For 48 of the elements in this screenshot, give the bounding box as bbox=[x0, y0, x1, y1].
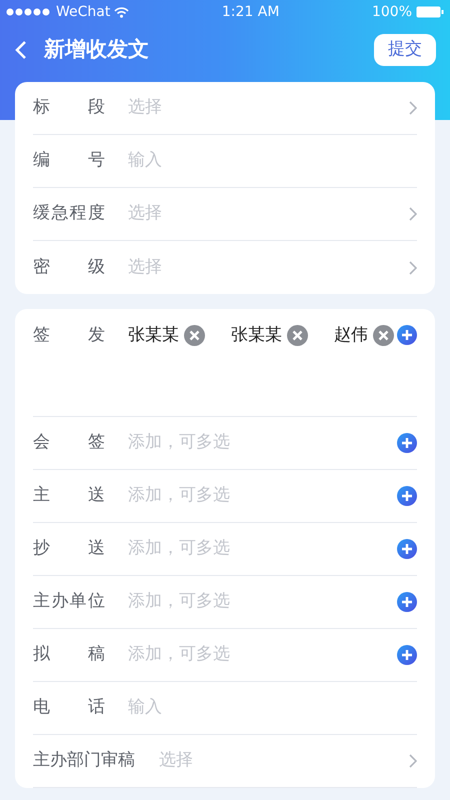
add-icon[interactable] bbox=[397, 645, 417, 665]
field-placeholder[interactable]: 添加，可多选 bbox=[128, 591, 230, 612]
chevron-icon bbox=[409, 260, 417, 274]
status-time: 1:21 AM bbox=[222, 2, 280, 22]
field-label: 拟稿 bbox=[33, 643, 105, 666]
battery-icon bbox=[416, 6, 444, 18]
field-label: 密级 bbox=[33, 256, 105, 279]
field-label: 编号 bbox=[33, 149, 105, 172]
field-label: 主办部门审稿 bbox=[33, 749, 136, 772]
chevron-icon bbox=[409, 754, 417, 768]
submit-button[interactable]: 提交 bbox=[374, 34, 436, 66]
field-label: 抄送 bbox=[33, 537, 105, 560]
add-icon[interactable] bbox=[397, 433, 417, 453]
field-label: 主送 bbox=[33, 484, 105, 508]
field-placeholder[interactable]: 输入 bbox=[128, 150, 162, 170]
wifi-icon bbox=[114, 6, 130, 18]
add-icon[interactable] bbox=[397, 539, 417, 559]
add-icon[interactable] bbox=[397, 486, 417, 506]
field-label: 电话 bbox=[33, 696, 105, 720]
person-name: 赵伟 bbox=[334, 324, 368, 347]
field-placeholder[interactable]: 选择 bbox=[128, 97, 162, 118]
field-label: 标段 bbox=[33, 96, 105, 120]
add-icon[interactable] bbox=[397, 325, 417, 345]
field-label: 签发 bbox=[33, 324, 105, 347]
signal-icon bbox=[6, 8, 52, 16]
field-placeholder[interactable]: 添加，可多选 bbox=[128, 432, 230, 452]
add-icon[interactable] bbox=[397, 592, 417, 612]
field-placeholder[interactable]: 输入 bbox=[128, 697, 162, 718]
field-label: 主办单位 bbox=[33, 590, 105, 614]
person-name: 张某某 bbox=[128, 324, 179, 347]
field-placeholder[interactable]: 选择 bbox=[128, 203, 162, 224]
battery-percent: 100% bbox=[372, 2, 412, 22]
field-placeholder[interactable]: 添加，可多选 bbox=[128, 644, 230, 664]
field-placeholder[interactable]: 选择 bbox=[159, 750, 193, 770]
page-title: 新增收发文 bbox=[44, 36, 149, 64]
field-placeholder[interactable]: 添加，可多选 bbox=[128, 538, 230, 558]
chevron-icon bbox=[409, 207, 417, 221]
field-placeholder[interactable]: 添加，可多选 bbox=[128, 485, 230, 506]
back-icon[interactable] bbox=[14, 40, 28, 60]
carrier-name: WeChat bbox=[56, 2, 110, 22]
chevron-icon bbox=[409, 101, 417, 115]
field-placeholder[interactable]: 选择 bbox=[128, 256, 162, 277]
remove-icon[interactable] bbox=[184, 325, 205, 346]
remove-icon[interactable] bbox=[373, 325, 394, 346]
person-name: 张某某 bbox=[231, 324, 282, 347]
field-label: 缓急程度 bbox=[33, 202, 105, 226]
field-label: 会签 bbox=[33, 431, 105, 454]
remove-icon[interactable] bbox=[287, 325, 308, 346]
